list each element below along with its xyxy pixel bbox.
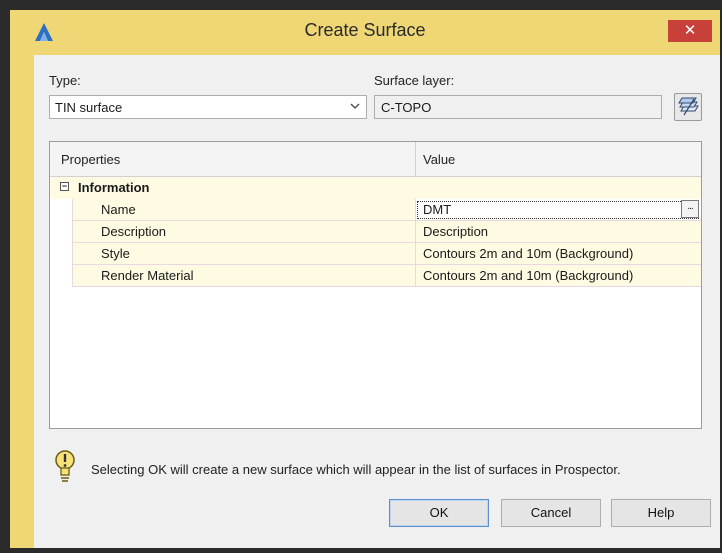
property-row-description[interactable]: Description Description bbox=[50, 221, 701, 243]
description-value-field[interactable]: Description bbox=[415, 221, 701, 243]
type-label: Type: bbox=[49, 73, 81, 88]
property-name: Style bbox=[101, 246, 130, 261]
dialog-body: Type: TIN surface Surface layer: C-TOPO … bbox=[34, 55, 720, 548]
ellipsis-button[interactable]: ... bbox=[681, 200, 699, 218]
header-divider[interactable] bbox=[415, 142, 416, 176]
layers-icon bbox=[678, 97, 699, 116]
name-value-field[interactable]: DMT ... bbox=[415, 199, 701, 221]
render-material-value-field[interactable]: Contours 2m and 10m (Background) bbox=[415, 265, 701, 287]
category-label: Information bbox=[78, 180, 150, 195]
create-surface-dialog: Create Surface ✕ Type: TIN surface Surfa… bbox=[10, 10, 720, 548]
surface-layer-value: C-TOPO bbox=[381, 100, 432, 115]
chevron-down-icon bbox=[350, 103, 360, 109]
lightbulb-icon bbox=[55, 450, 75, 482]
ok-button[interactable]: OK bbox=[389, 499, 489, 527]
property-row-name[interactable]: Name DMT ... bbox=[50, 199, 701, 221]
cancel-button[interactable]: Cancel bbox=[501, 499, 601, 527]
style-value-field[interactable]: Contours 2m and 10m (Background) bbox=[415, 243, 701, 265]
close-button[interactable]: ✕ bbox=[668, 20, 712, 42]
property-row-style[interactable]: Style Contours 2m and 10m (Background) bbox=[50, 243, 701, 265]
property-row-render-material[interactable]: Render Material Contours 2m and 10m (Bac… bbox=[50, 265, 701, 287]
type-dropdown[interactable]: TIN surface bbox=[49, 95, 367, 119]
surface-layer-field: C-TOPO bbox=[374, 95, 662, 119]
properties-grid: Properties Value − Information Name DMT … bbox=[49, 141, 702, 429]
type-dropdown-value: TIN surface bbox=[55, 100, 123, 115]
property-name: Render Material bbox=[101, 268, 194, 283]
category-row-information[interactable]: − Information bbox=[50, 177, 701, 199]
window-title: Create Surface bbox=[304, 20, 426, 40]
property-name: Name bbox=[101, 202, 136, 217]
info-message: Selecting OK will create a new surface w… bbox=[91, 462, 621, 477]
help-button[interactable]: Help bbox=[611, 499, 711, 527]
select-layer-button[interactable] bbox=[674, 93, 702, 121]
property-value: Description bbox=[423, 224, 489, 239]
surface-layer-label: Surface layer: bbox=[374, 73, 455, 88]
title-bar[interactable]: Create Surface ✕ bbox=[10, 10, 720, 50]
header-value: Value bbox=[423, 152, 456, 167]
property-value: Contours 2m and 10m (Background) bbox=[423, 246, 634, 261]
collapse-icon[interactable]: − bbox=[60, 182, 69, 191]
property-value: Contours 2m and 10m (Background) bbox=[423, 268, 634, 283]
grid-header: Properties Value bbox=[50, 142, 701, 177]
property-value: DMT bbox=[423, 202, 452, 217]
header-properties: Properties bbox=[61, 152, 121, 167]
property-name: Description bbox=[101, 224, 167, 239]
